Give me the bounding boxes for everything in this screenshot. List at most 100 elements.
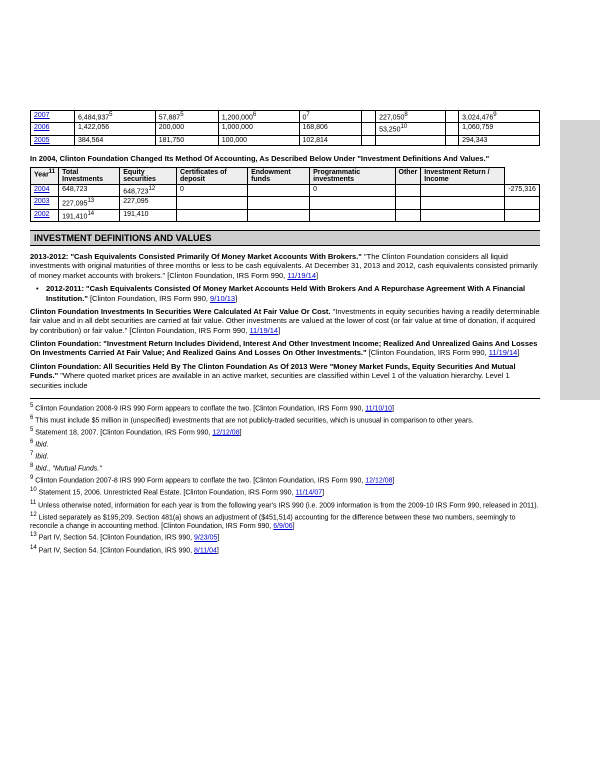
para-fair-value: Clinton Foundation Investments In Securi… (30, 307, 540, 335)
para-level1-securities: Clinton Foundation: All Securities Held … (30, 362, 540, 390)
table-cell (421, 209, 505, 221)
table-cell: 0 (310, 185, 395, 197)
table-header: Certificates of deposit (177, 168, 248, 185)
year-link[interactable]: 2002 (34, 211, 50, 218)
table-header: Endowment funds (248, 168, 310, 185)
link-990-2013[interactable]: 9/10/13 (210, 294, 235, 303)
table-cell: 2007 (31, 111, 75, 123)
table-cell: 2005 (31, 135, 75, 145)
footnote-12: 10 Statement 15, 2006. Unrestricted Real… (30, 487, 540, 498)
table-row: 2002 191,41014191,410 (31, 209, 540, 221)
footnote-15: 13 Part IV, Section 54. [Clinton Foundat… (30, 532, 540, 543)
table-cell (445, 123, 459, 135)
footnote-14: 12 Listed separately as $195,209. Sectio… (30, 512, 540, 532)
table-header: Investment Return / Income (421, 168, 505, 185)
table-cell (421, 197, 505, 209)
table-header: Year11 (31, 168, 59, 185)
table-cell: 227,09513 (59, 197, 120, 209)
footnote-9: 7 Ibid. (30, 451, 540, 462)
link-fn7[interactable]: 12/12/08 (212, 429, 239, 436)
year-link[interactable]: 2006 (34, 124, 50, 131)
table-cell (505, 197, 540, 209)
link-990-2014a[interactable]: 11/19/14 (287, 271, 316, 280)
footnote-6: 6 This must include $5 million in (unspe… (30, 415, 540, 426)
table-cell (395, 209, 421, 221)
table-cell: 200,000 (155, 123, 218, 135)
table-cell (445, 111, 459, 123)
table-cell: 648,72312 (120, 185, 177, 197)
table-header: Programmatic investments (310, 168, 395, 185)
table-cell: 2004 (31, 185, 59, 197)
table-cell: 181,750 (155, 135, 218, 145)
table-cell (445, 135, 459, 145)
table-cell: 2002 (31, 209, 59, 221)
table-cell: 6,484,9375 (74, 111, 155, 123)
table-header: Other (395, 168, 421, 185)
document-page: 2007 6,484,937557,88751,200,000607 227,050… (0, 0, 600, 776)
link-990-2014b[interactable]: 11/19/14 (249, 326, 278, 335)
table-cell: 3,024,4769 (459, 111, 540, 123)
table-cell: 384,564 (74, 135, 155, 145)
table-investments-2002-2004: Year11Total InvestmentsEquity securities… (30, 167, 540, 222)
table-cell: 1,200,0006 (218, 111, 299, 123)
table-row: 2005 384,564181,750100,000102,814 294,343 (31, 135, 540, 145)
footnote-13: 11 Unless otherwise noted, information f… (30, 500, 540, 511)
table-cell: 1,000,000 (218, 123, 299, 135)
footnote-10: 8 Ibid., "Mutual Funds." (30, 463, 540, 474)
caption-accounting-change: In 2004, Clinton Foundation Changed Its … (30, 154, 540, 163)
table-header: Equity securities (120, 168, 177, 185)
year-link[interactable]: 2003 (34, 198, 50, 205)
table-cell: 168,806 (299, 123, 362, 135)
table-cell (248, 209, 310, 221)
table-cell: 191,41014 (59, 209, 120, 221)
link-fn5[interactable]: 11/10/10 (365, 405, 392, 412)
table-cell (376, 135, 445, 145)
table-cell: 57,8875 (155, 111, 218, 123)
table-cell: 227,095 (120, 197, 177, 209)
link-fn12[interactable]: 11/14/07 (295, 490, 322, 497)
table-cell: 1,422,056 (74, 123, 155, 135)
link-fn15[interactable]: 9/23/05 (194, 535, 217, 542)
table-cell (421, 185, 505, 197)
link-990-2014c[interactable]: 11/19/14 (489, 348, 518, 357)
table-cell: 2003 (31, 197, 59, 209)
table-cell (177, 197, 248, 209)
table-cell: -275,316 (505, 185, 540, 197)
year-link[interactable]: 2007 (34, 112, 50, 119)
table-cell: 100,000 (218, 135, 299, 145)
year-link[interactable]: 2005 (34, 137, 50, 144)
table-cell (310, 209, 395, 221)
year-link[interactable]: 2004 (34, 186, 50, 193)
document-content: 2007 6,484,937557,88751,200,000607 227,050… (0, 0, 600, 577)
table-row: 2004648,723648,7231200-275,316 (31, 185, 540, 197)
table-cell: 102,814 (299, 135, 362, 145)
table-cell (505, 209, 540, 221)
table-cell: 07 (299, 111, 362, 123)
table-cell (248, 185, 310, 197)
link-fn11[interactable]: 12/12/08 (365, 478, 392, 485)
section-header-definitions: INVESTMENT DEFINITIONS AND VALUES (30, 230, 540, 246)
table-header: Total Investments (59, 168, 120, 185)
table-cell (362, 123, 376, 135)
link-fn16[interactable]: 8/11/04 (194, 547, 217, 554)
table-cell (395, 197, 421, 209)
right-sidebar-stripe (560, 120, 600, 400)
footnote-7: 5 Statement 18, 2007. [Clinton Foundatio… (30, 427, 540, 438)
table-cell: 191,410 (120, 209, 177, 221)
table-cell: 294,343 (459, 135, 540, 145)
footnote-11: 9 Clinton Foundation 2007-8 IRS 990 Form… (30, 475, 540, 486)
para-cash-equiv-2012-2011: 2012-2011: "Cash Equivalents Consisted O… (46, 284, 540, 303)
para-investment-return: Clinton Foundation: "Investment Return I… (30, 339, 540, 358)
footnote-5: 5 Clinton Foundation 2008-9 IRS 990 Form… (30, 403, 540, 414)
footnote-16: 14 Part IV, Section 54. [Clinton Foundat… (30, 545, 540, 556)
link-fn14[interactable]: 6/9/06 (273, 523, 292, 530)
table-cell (362, 135, 376, 145)
table-cell: 0 (177, 185, 248, 197)
table-row: 2006 1,422,056200,0001,000,000168,806 53,2… (31, 123, 540, 135)
table-cell (362, 111, 376, 123)
table-cell: 648,723 (59, 185, 120, 197)
table-cell: 53,25010 (376, 123, 445, 135)
table-row: 2007 6,484,937557,88751,200,000607 227,050… (31, 111, 540, 123)
table-cell: 2006 (31, 123, 75, 135)
table-cell: 227,0508 (376, 111, 445, 123)
